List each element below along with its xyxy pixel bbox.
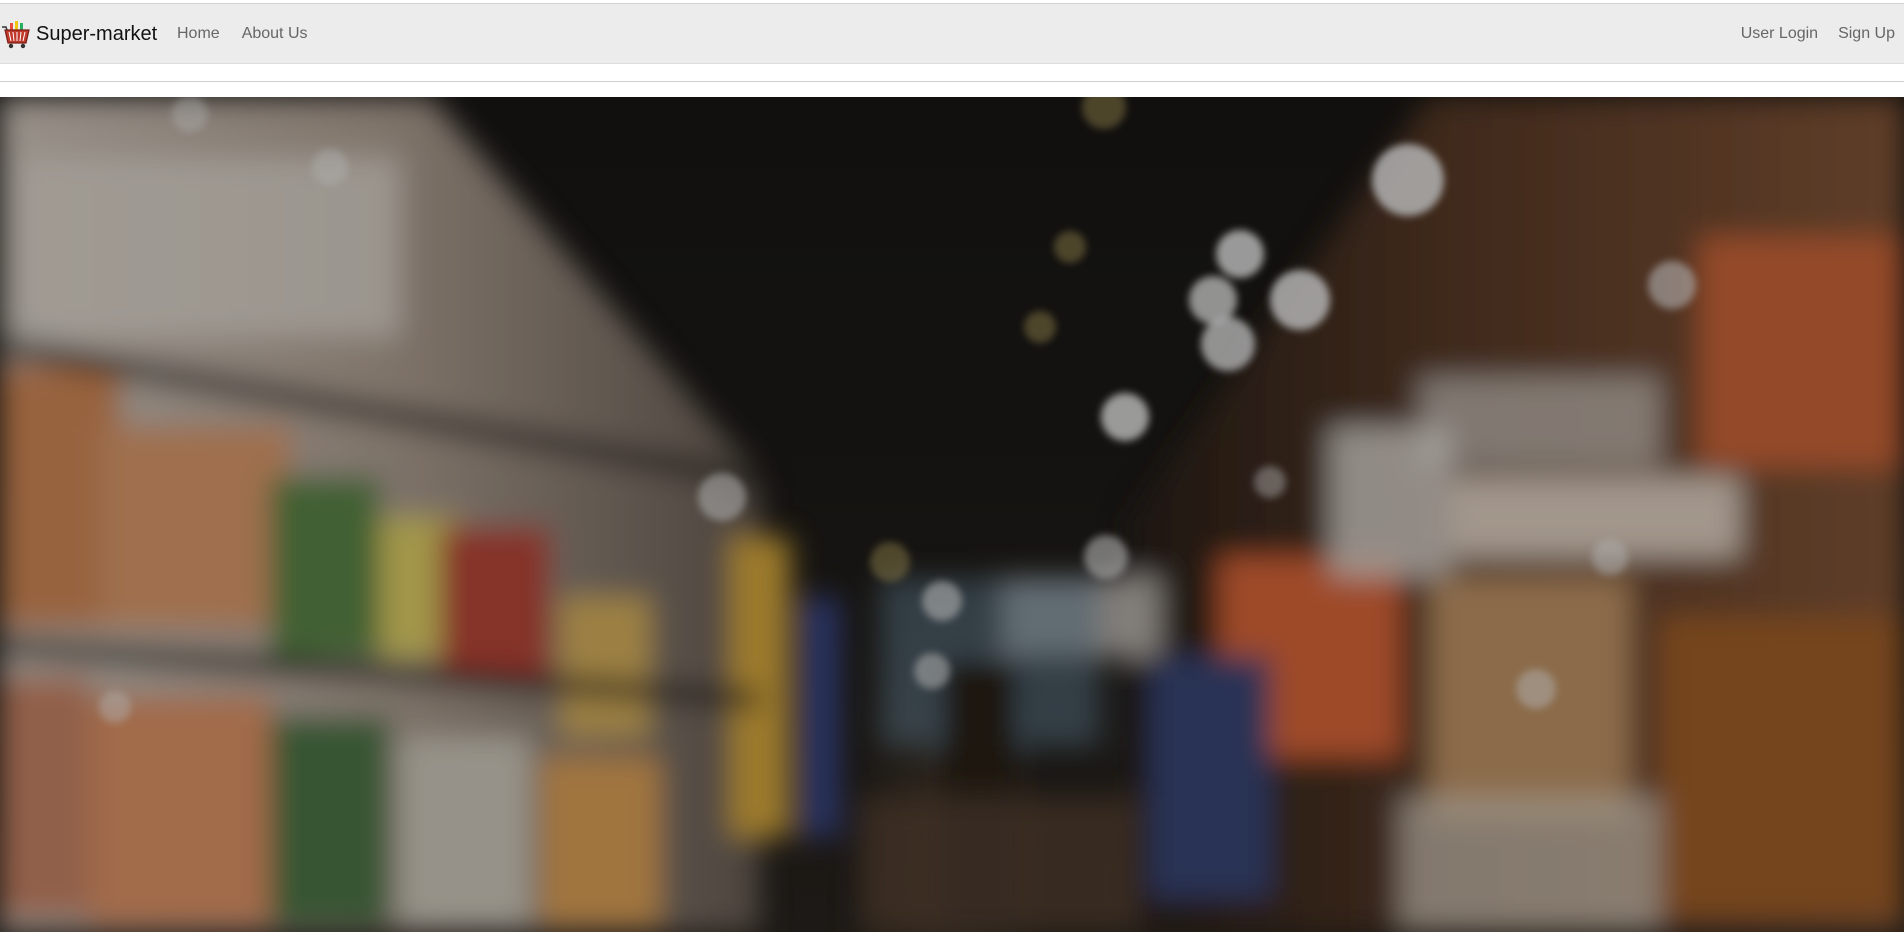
- shopping-basket-icon: [2, 21, 30, 49]
- brand-name: Super-market: [36, 23, 158, 45]
- sign-up-link[interactable]: Sign Up: [1838, 22, 1895, 46]
- account-nav: User Login Sign Up: [1741, 22, 1895, 46]
- navbar: Super-market Home About Us User Login Si…: [0, 4, 1904, 64]
- nav-about-us-link[interactable]: About Us: [242, 22, 308, 46]
- hero-dim-overlay: [0, 97, 1904, 932]
- user-login-link[interactable]: User Login: [1741, 22, 1818, 46]
- brand-link[interactable]: Super-market: [2, 18, 157, 50]
- hero-banner: [0, 97, 1904, 932]
- primary-nav: Home About Us: [177, 22, 308, 46]
- divider: [0, 81, 1904, 82]
- nav-home-link[interactable]: Home: [177, 22, 220, 46]
